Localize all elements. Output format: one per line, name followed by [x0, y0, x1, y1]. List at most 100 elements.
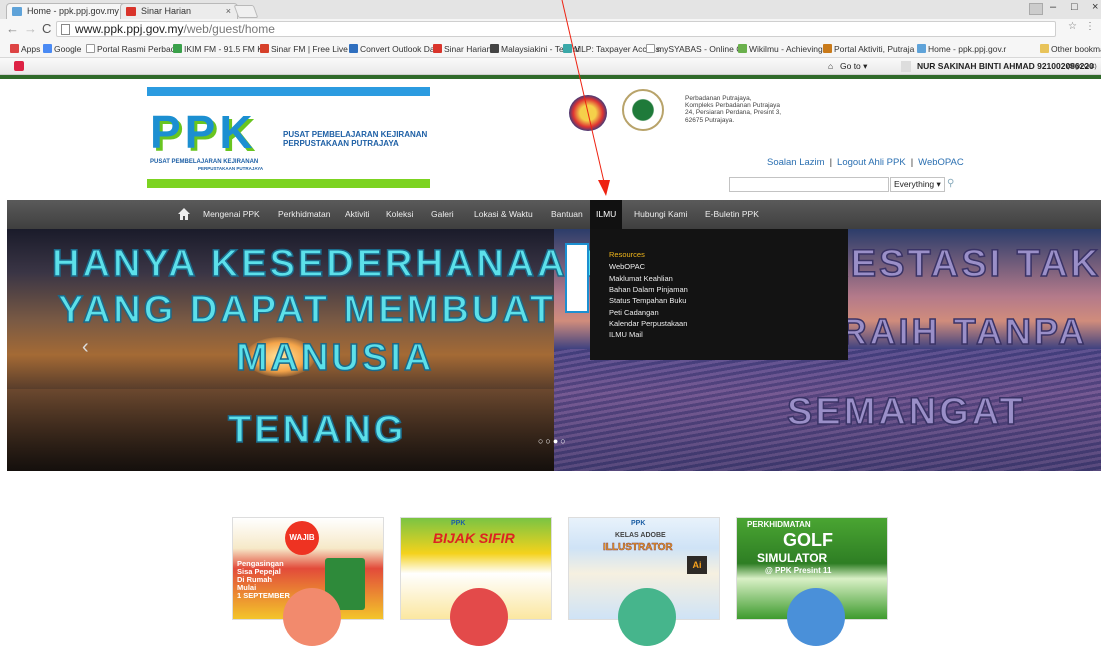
menu-item-resources[interactable]: Resources	[609, 250, 645, 259]
slide-overlay-logo	[565, 243, 589, 313]
bookmark-mysyabas[interactable]: mySYABAS - Online C	[646, 40, 742, 57]
card-text-line: 1 SEPTEMBER	[237, 591, 290, 600]
slider-dots[interactable]: ○○●○	[538, 436, 568, 446]
address-line: Perbadanan Putrajaya,	[685, 95, 752, 102]
card-badge: PPK	[451, 520, 466, 527]
maximize-button[interactable]: □	[1071, 1, 1078, 13]
card-title: GOLF	[783, 530, 833, 550]
search-icon[interactable]: ⚲	[947, 179, 957, 189]
bookmark-apps[interactable]: Apps	[10, 40, 40, 57]
bookmark-label: Portal Aktiviti, Putraja	[834, 44, 915, 54]
bookmark-home-ppk[interactable]: Home - ppk.ppj.gov.r	[917, 40, 1006, 57]
menu-item-kalendar[interactable]: Kalendar Perpustakaan	[609, 319, 687, 328]
back-arrow-icon[interactable]: ←	[6, 21, 19, 36]
address-block: Perbadanan Putrajaya, Kompleks Perbadana…	[685, 95, 781, 124]
gift-icon	[787, 588, 845, 646]
annotation-arrow-icon	[561, 0, 610, 196]
bookmark-sinar-fm[interactable]: Sinar FM | Free Live A	[260, 40, 355, 57]
tab-close-icon[interactable]: ×	[226, 4, 231, 18]
slide-text-line4: TENANG	[227, 408, 407, 452]
outlook-icon	[349, 44, 358, 53]
nav-lokasi-waktu[interactable]: Lokasi & Waktu	[474, 200, 533, 229]
bookmark-portal-rasmi[interactable]: Portal Rasmi Perbada	[86, 40, 180, 57]
slider-prev-arrow[interactable]: ‹	[82, 336, 89, 359]
faq-link[interactable]: Soalan Lazim	[767, 157, 825, 168]
menu-item-ilmu-mail[interactable]: ILMU Mail	[609, 330, 643, 339]
star-icon[interactable]: ☆	[1068, 21, 1077, 32]
sinar-favicon-icon	[126, 7, 136, 16]
menu-icon[interactable]: ⋮	[1085, 21, 1095, 32]
site-name-line2: PERPUSTAKAAN PUTRAJAYA	[283, 139, 399, 148]
page-icon	[86, 44, 95, 53]
logo-bottom-bar	[147, 179, 430, 188]
nav-e-buletin[interactable]: E-Buletin PPK	[705, 200, 759, 229]
page-icon	[646, 44, 655, 53]
menu-item-bahan-dalam-pinjaman[interactable]: Bahan Dalam Pinjaman	[609, 285, 688, 294]
liferay-logo-icon[interactable]	[14, 61, 24, 71]
bookmark-wikilmu[interactable]: Wikilmu - Achieving	[738, 40, 823, 57]
goto-menu[interactable]: Go to ▾	[840, 58, 867, 75]
nav-galeri[interactable]: Galeri	[431, 200, 454, 229]
nav-mengenai-ppk[interactable]: Mengenai PPK	[203, 200, 260, 229]
folder-icon	[1040, 44, 1049, 53]
menu-item-webopac[interactable]: WebOPAC	[609, 262, 645, 271]
nav-ilmu[interactable]: ILMU	[590, 200, 623, 229]
logo-top-bar	[147, 87, 430, 96]
wajib-badge: WAJIB	[285, 521, 319, 555]
card-title: KELAS ADOBE	[615, 532, 666, 539]
portal-icon	[823, 44, 832, 53]
ikim-icon	[173, 44, 182, 53]
header-links: Soalan Lazim | Logout Ahli PPK | WebOPAC	[767, 157, 964, 168]
url-input[interactable]: www.ppk.ppj.gov.my/web/guest/home	[56, 21, 1056, 37]
logo-subtitle: PUSAT PEMBELAJARAN KEJIRANAN	[150, 159, 259, 165]
menu-item-peti-cadangan[interactable]: Peti Cadangan	[609, 308, 659, 317]
nav-aktiviti[interactable]: Aktiviti	[345, 200, 370, 229]
bookmark-google[interactable]: Google	[43, 40, 81, 57]
nav-koleksi[interactable]: Koleksi	[386, 200, 413, 229]
google-icon	[43, 44, 52, 53]
tab-title: Home - ppk.ppj.gov.my	[27, 6, 119, 16]
nav-perkhidmatan[interactable]: Perkhidmatan	[278, 200, 330, 229]
apps-grid-icon	[10, 44, 19, 53]
user-profile-icon[interactable]	[1029, 3, 1043, 15]
slide-text-line1: HANYA KESEDERHANAAN	[51, 242, 599, 286]
minimize-button[interactable]: –	[1050, 1, 1056, 13]
search-input[interactable]	[729, 177, 889, 192]
webopac-link[interactable]: WebOPAC	[918, 157, 964, 168]
address-line: 24, Persiaran Perdana, Presint 3,	[685, 109, 782, 117]
address-row: ← → C www.ppk.ppj.gov.my/web/guest/home …	[0, 19, 1101, 40]
search-scope-select[interactable]: Everything ▾	[890, 177, 945, 192]
tab-sinar-harian[interactable]: Sinar Harian ×	[120, 3, 238, 19]
logout-link[interactable]: Logout Ahli PPK	[837, 157, 906, 168]
sinar-icon	[433, 44, 442, 53]
sinar-fm-icon	[260, 44, 269, 53]
slide-right-line3: SEMANGAT	[786, 390, 1026, 434]
nav-hubungi-kami[interactable]: Hubungi Kami	[634, 200, 687, 229]
menu-item-maklumat-keahlian[interactable]: Maklumat Keahlian	[609, 274, 673, 283]
address-line: Kompleks Perbadanan Putrajaya	[685, 102, 781, 110]
sign-out-link[interactable]: (Sign Out)	[1067, 58, 1097, 75]
logo-letters: PPK	[150, 106, 257, 158]
forward-arrow-icon[interactable]: →	[24, 21, 37, 36]
menu-item-status-tempahan[interactable]: Status Tempahan Buku	[609, 296, 686, 305]
card-title: BIJAK SIFIR	[433, 530, 515, 546]
nav-bantuan[interactable]: Bantuan	[551, 200, 583, 229]
malaysiakini-icon	[490, 44, 499, 53]
address-line: 62675 Putrajaya.	[685, 116, 735, 124]
bookmark-sinar-harian[interactable]: Sinar Harian	[433, 40, 491, 57]
bookmark-label: Wikilmu - Achieving	[749, 44, 823, 54]
illustrator-icon: Ai	[687, 556, 707, 574]
wikilmu-icon	[738, 44, 747, 53]
bookmark-ikim-fm[interactable]: IKIM FM - 91.5 FM Ku	[173, 40, 268, 57]
other-bookmarks[interactable]: Other bookmarks	[1040, 40, 1101, 57]
reload-icon[interactable]: C	[42, 21, 51, 36]
new-tab-button[interactable]	[233, 5, 259, 18]
bookmark-portal-aktiviti[interactable]: Portal Aktiviti, Putraja	[823, 40, 915, 57]
home-icon: ⌂	[828, 61, 834, 71]
bookmark-label: Convert Outlook Data	[360, 44, 442, 54]
card-subtitle: ILLUSTRATOR	[603, 542, 673, 554]
url-host: www.ppk.ppj.gov.my	[75, 22, 184, 36]
home-icon[interactable]	[178, 208, 190, 220]
bookmark-convert-outlook[interactable]: Convert Outlook Data	[349, 40, 442, 57]
close-window-button[interactable]: ×	[1092, 1, 1098, 13]
